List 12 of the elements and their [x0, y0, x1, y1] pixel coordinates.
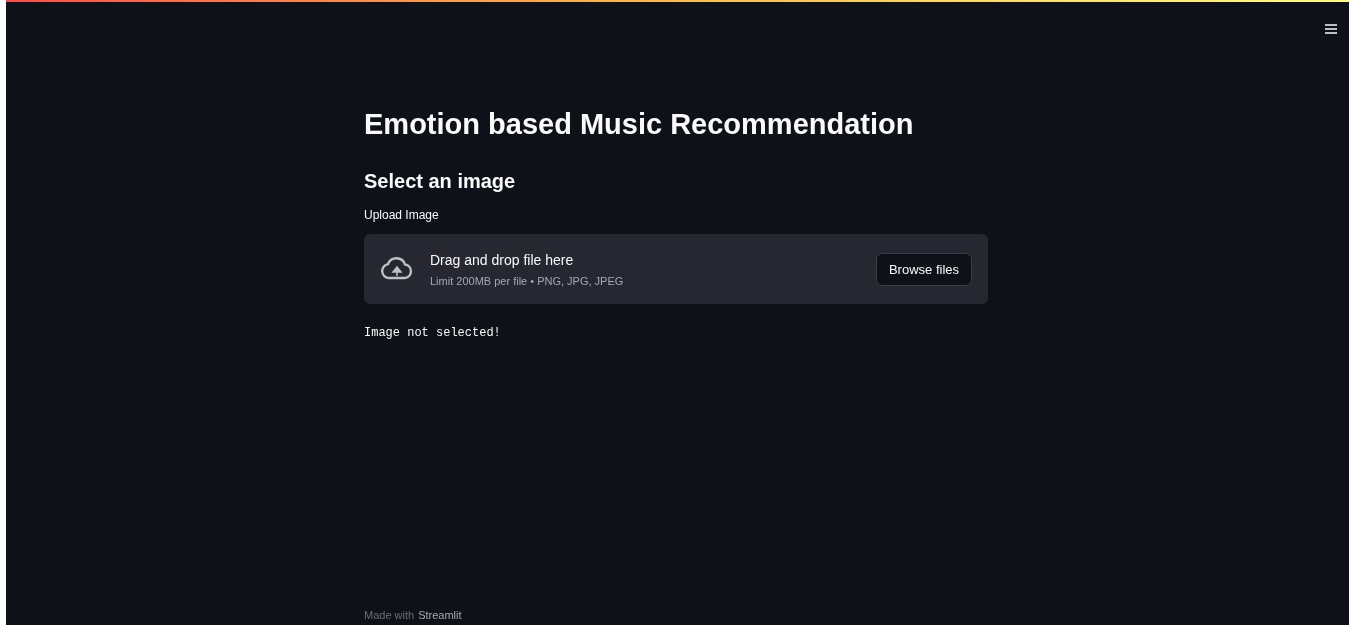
browse-files-button[interactable]: Browse files: [875, 252, 972, 286]
page-title: Emotion based Music Recommendation: [364, 107, 915, 142]
menu-icon: [1325, 24, 1337, 34]
file-limit-note: Limit 200MB per file • PNG, JPG, JPEG: [430, 273, 624, 289]
streamlit-link[interactable]: Streamlit: [418, 606, 462, 623]
status-message: Image not selected!: [364, 325, 502, 343]
cloud-upload-icon: [380, 257, 414, 282]
section-heading: Select an image: [364, 169, 517, 195]
file-dropzone[interactable]: Drag and drop file here Limit 200MB per file • PNG, JPG, JPEG Browse files: [364, 234, 988, 305]
footer-text: Made with: [364, 607, 415, 623]
dropzone-instruction: Drag and drop file here: [430, 250, 575, 270]
upload-label: Upload Image: [364, 207, 440, 225]
